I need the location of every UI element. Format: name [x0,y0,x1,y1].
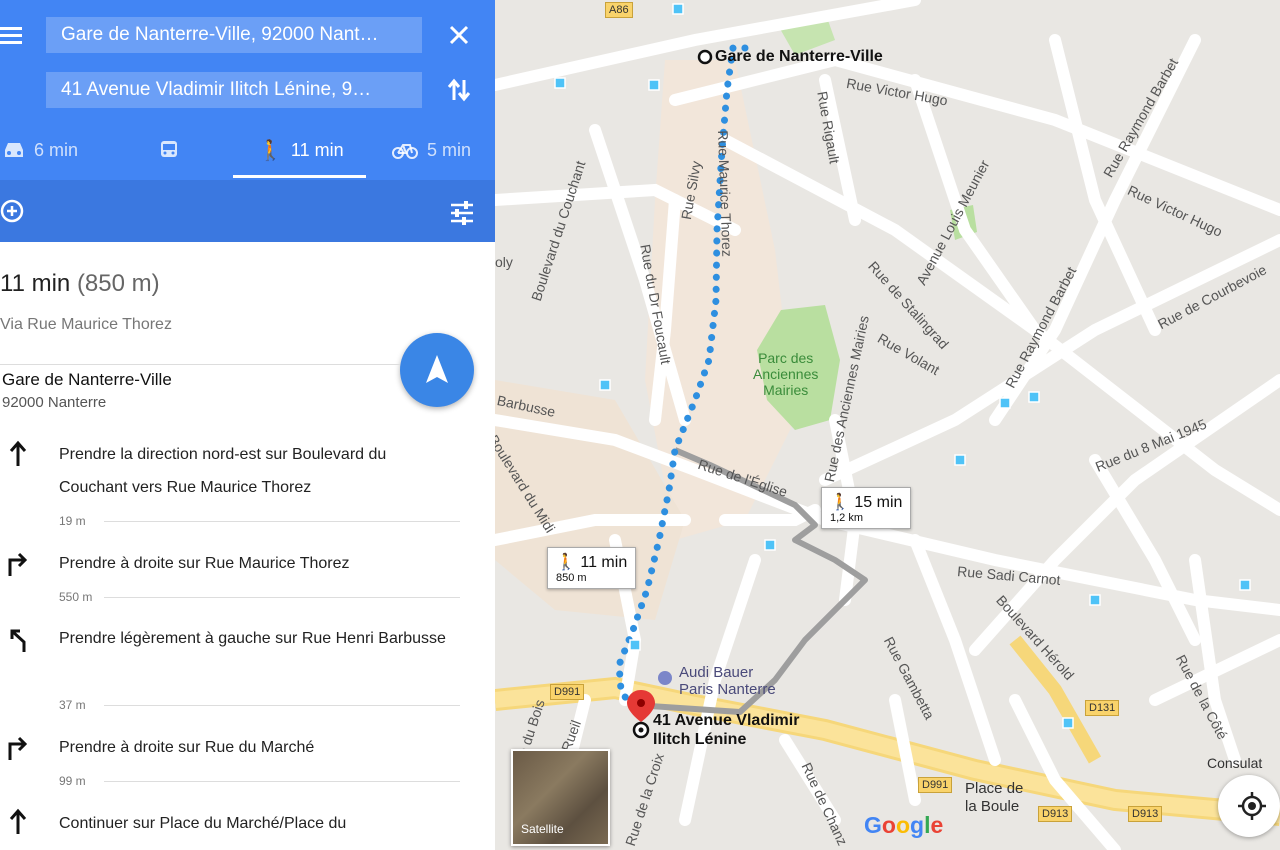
road-shield-a86: A86 [605,2,633,18]
step-instruction: Continuer sur Place du Marché/Place du [59,815,347,832]
direction-step[interactable]: Prendre légèrement à gauche sur Rue Henr… [0,622,460,718]
walk-icon: 🚶 [556,554,576,571]
step-divider [104,705,460,706]
route-alt-distance: 1,2 km [830,512,864,524]
google-logo: Google [864,812,944,838]
road-shield-d913: D913 [1038,806,1073,822]
route-distance: (850 m) [76,270,160,297]
options-bar [0,180,495,242]
bike-icon [392,144,418,159]
mode-driving-label: 6 min [34,139,79,160]
walk-icon: 🚶 [258,139,283,162]
step-distance: 19 m [59,514,86,528]
step-divider [104,781,460,782]
step-instruction: Prendre à droite sur Rue du Marché [59,739,315,756]
divider [0,364,400,365]
menu-icon[interactable] [0,24,24,46]
slight-left-icon [10,629,26,652]
direction-step[interactable]: Continuer sur Place du Marché/Place du [0,806,460,850]
satellite-label: Satellite [521,822,564,836]
turn-right-icon [8,552,28,576]
park-label-line3: Mairies [763,382,809,398]
mode-walking-label: 11 min [290,139,344,160]
directions-panel: Gare de Nanterre-Ville, 92000 Nant… 41 A… [0,0,495,850]
destination-input[interactable]: 41 Avenue Vladimir Ilitch Lénine, 9… [46,72,422,108]
step-instruction: Prendre légèrement à gauche sur Rue Henr… [59,630,446,647]
step-distance: 99 m [59,774,86,788]
transit-icon [161,141,177,157]
mode-cycling-label: 5 min [427,139,472,160]
arrow-up-icon [9,440,27,466]
route-main-time: 11 min [580,554,628,571]
direction-step[interactable]: Prendre à droite sur Rue Maurice Thorez … [0,546,460,608]
mode-cycling[interactable]: 5 min [391,132,471,168]
start-location-city: 92000 Nanterre [2,394,107,411]
step-instruction: Prendre à droite sur Rue Maurice Thorez [59,555,350,572]
selected-mode-indicator [233,175,366,178]
mode-transit[interactable] [158,132,188,168]
park-label-line2: Anciennes [753,366,819,382]
step-divider [104,597,460,598]
route-alt-callout[interactable]: 🚶 15 min 1,2 km [821,487,912,529]
start-navigation-button[interactable] [400,333,474,407]
crosshair-icon [1238,792,1266,820]
poi-audi-line1[interactable]: Audi Bauer [679,664,753,681]
step-divider [104,521,460,522]
maps-app: Gare de Nanterre-Ville 41 Avenue Vladimi… [0,0,1280,850]
swap-icon[interactable] [446,76,472,104]
car-icon [5,143,23,157]
my-location-button[interactable] [1218,775,1280,837]
navigation-arrow-icon [426,355,448,383]
satellite-toggle[interactable]: Satellite [511,749,610,846]
direction-step[interactable]: Prendre la direction nord-est sur Boulev… [0,436,460,532]
route-via: Via Rue Maurice Thorez [0,316,172,333]
road-shield-d991: D991 [550,684,585,700]
map-canvas[interactable]: Gare de Nanterre-Ville 41 Avenue Vladimi… [485,0,1280,850]
destination-label-line2[interactable]: Ilitch Lénine [653,730,746,749]
map-roads [495,0,1280,850]
road-shield-d991-2: D991 [918,777,953,793]
turn-right-icon [8,736,28,760]
place-boule-line1: Place de [965,780,1024,797]
route-duration: 11 min [0,270,71,297]
step-instruction: Prendre la direction nord-est sur Boulev… [59,446,387,496]
mode-walking[interactable]: 🚶 11 min [258,132,344,168]
origin-marker[interactable] [697,49,713,65]
close-icon[interactable] [446,22,472,48]
park-label: Parc des Anciennes Mairies [753,350,818,398]
route-alt-time: 15 min [854,494,903,511]
place-boule-line2: la Boule [965,798,1020,815]
origin-label[interactable]: Gare de Nanterre-Ville [715,47,883,66]
direction-step[interactable]: Prendre à droite sur Rue du Marché 99 m [0,730,460,792]
tune-icon[interactable] [448,200,476,226]
add-stop-icon[interactable] [0,198,26,224]
road-shield-d131: D131 [1085,700,1120,716]
route-summary: 11 min (850 m) [0,270,160,298]
step-distance: 550 m [59,590,93,604]
arrow-up-icon [9,808,27,834]
destination-label-line1[interactable]: 41 Avenue Vladimir [653,711,799,730]
walk-icon: 🚶 [830,494,850,511]
step-distance: 37 m [59,698,86,712]
consulat-label: Consulat [1207,755,1263,771]
street-oly: oly [495,254,513,270]
origin-input[interactable]: Gare de Nanterre-Ville, 92000 Nant… [46,17,422,53]
park-label-line1: Parc des [758,350,814,366]
poi-audi-line2[interactable]: Paris Nanterre [679,681,776,698]
start-location-name: Gare de Nanterre-Ville [2,370,172,389]
road-shield-d913-2: D913 [1128,806,1163,822]
mode-driving[interactable]: 6 min [2,132,78,168]
route-main-distance: 850 m [556,572,587,584]
route-main-callout[interactable]: 🚶 11 min 850 m [547,547,637,589]
